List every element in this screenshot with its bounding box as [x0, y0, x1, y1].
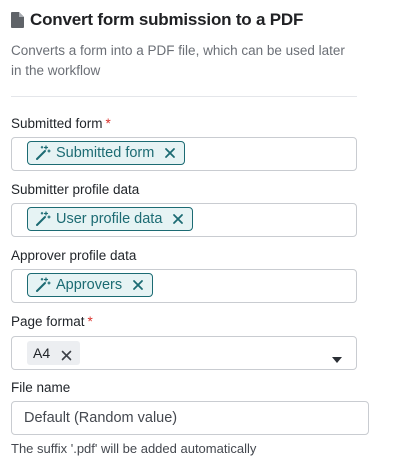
- selected-value: A4: [33, 345, 51, 361]
- approver-profile-field[interactable]: Approvers: [11, 269, 357, 303]
- page-format-select[interactable]: A4: [11, 336, 357, 370]
- field-label-text: File name: [11, 380, 71, 395]
- field-label-text: Submitter profile data: [11, 182, 140, 197]
- file-name-hint: The suffix '.pdf' will be added automati…: [11, 441, 257, 456]
- magic-wand-icon: [35, 277, 51, 293]
- divider: [11, 96, 357, 97]
- remove-icon[interactable]: [172, 213, 184, 225]
- chip-label: Submitted form: [56, 145, 155, 161]
- variable-chip[interactable]: Approvers: [27, 273, 154, 297]
- submitted-form-field[interactable]: Submitted form: [11, 137, 357, 171]
- magic-wand-icon: [35, 145, 51, 161]
- page-title: Convert form submission to a PDF: [30, 10, 304, 29]
- panel-header: Convert form submission to a PDF: [11, 8, 357, 32]
- file-name-label: File name: [11, 379, 70, 397]
- step-description: Converts a form into a PDF file, which c…: [11, 43, 345, 78]
- remove-icon[interactable]: [61, 348, 72, 360]
- remove-icon[interactable]: [132, 279, 144, 291]
- required-marker: *: [105, 116, 111, 131]
- file-name-input[interactable]: [11, 401, 369, 435]
- field-label-text: Page format: [11, 314, 85, 329]
- submitted-form-label: Submitted form *: [11, 115, 111, 133]
- required-marker: *: [87, 314, 93, 329]
- selected-value-chip[interactable]: A4: [27, 341, 81, 365]
- submitter-profile-field[interactable]: User profile data: [11, 203, 357, 237]
- chevron-down-icon[interactable]: [332, 350, 342, 363]
- approver-profile-label: Approver profile data: [11, 247, 136, 265]
- variable-chip[interactable]: User profile data: [27, 207, 194, 231]
- page-format-label: Page format *: [11, 313, 93, 331]
- magic-wand-icon: [35, 211, 51, 227]
- variable-chip[interactable]: Submitted form: [27, 141, 186, 165]
- document-icon: [11, 12, 24, 28]
- field-label-text: Submitted form: [11, 116, 103, 131]
- field-label-text: Approver profile data: [11, 248, 137, 263]
- chip-label: User profile data: [56, 211, 163, 227]
- remove-icon[interactable]: [164, 147, 176, 159]
- submitter-profile-label: Submitter profile data: [11, 181, 139, 199]
- chip-label: Approvers: [56, 277, 123, 293]
